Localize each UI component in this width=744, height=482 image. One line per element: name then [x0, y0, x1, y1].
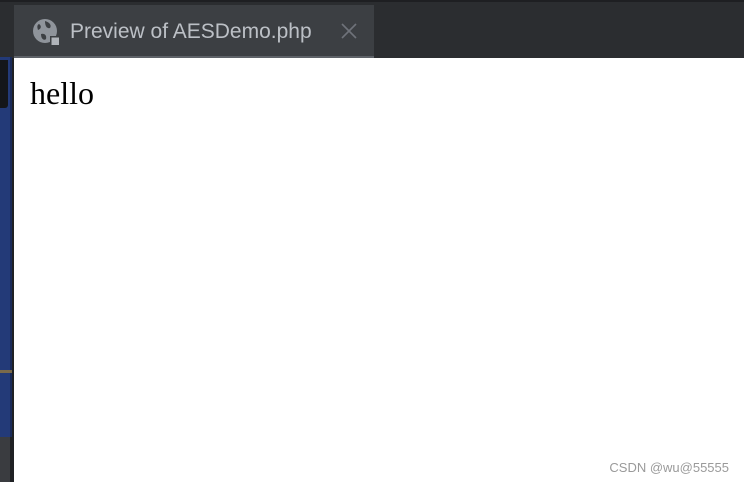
editor-tab-bar: Preview of AESDemo.php: [0, 0, 744, 60]
left-gutter-divider: [0, 370, 12, 373]
tab-preview-aesdemo[interactable]: Preview of AESDemo.php: [14, 5, 374, 60]
preview-window: Preview of AESDemo.php hello CSDN @wu@55…: [0, 0, 744, 482]
watermark: CSDN @wu@55555: [609, 460, 729, 475]
page-text: hello: [30, 75, 94, 111]
close-icon[interactable]: [340, 22, 358, 40]
left-selection-bar: [0, 57, 12, 437]
preview-content: hello CSDN @wu@55555: [14, 58, 744, 482]
globe-icon: [33, 19, 60, 46]
tab-title: Preview of AESDemo.php: [70, 20, 312, 43]
left-gutter-bottom: [0, 437, 10, 482]
left-gutter-marker: [0, 60, 8, 108]
